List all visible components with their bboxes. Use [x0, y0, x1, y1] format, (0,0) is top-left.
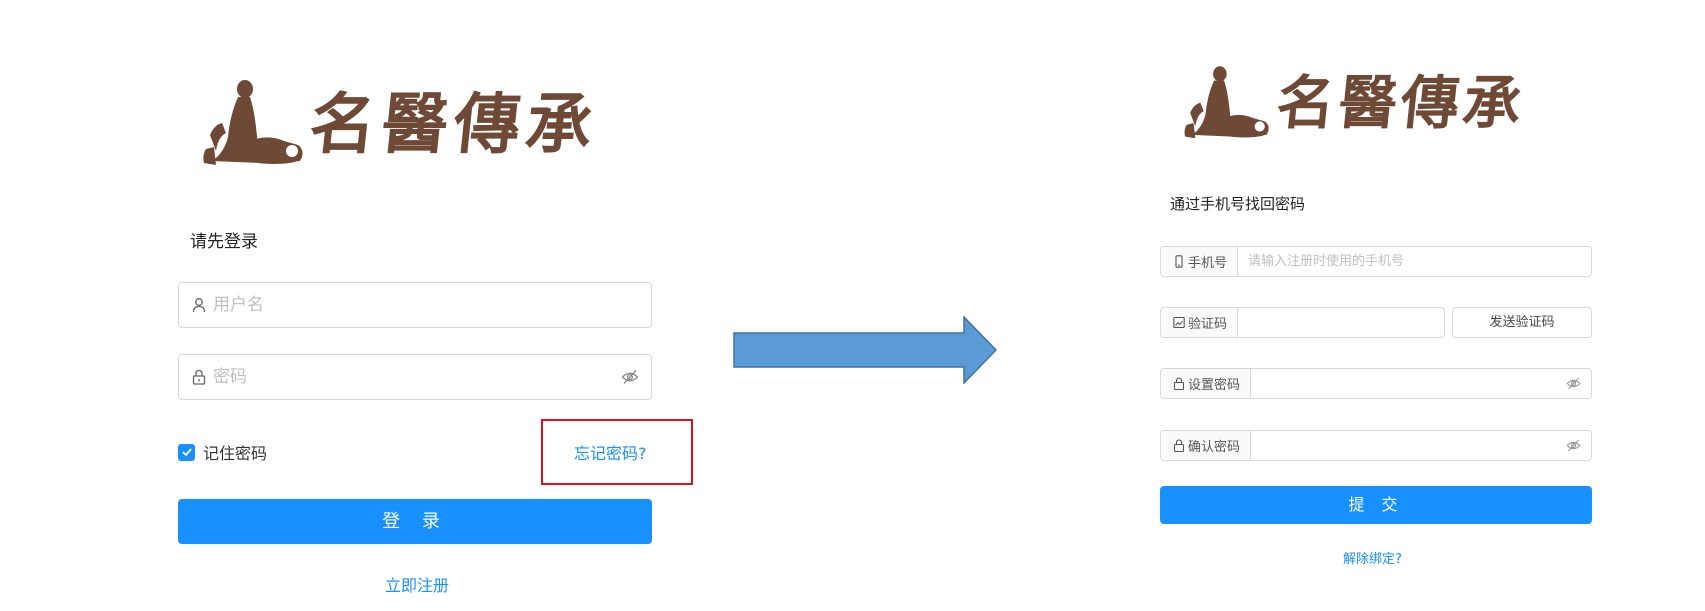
send-code-button[interactable]: 发送验证码: [1452, 307, 1592, 338]
phone-field[interactable]: 手机号: [1160, 246, 1592, 277]
phone-input[interactable]: [1238, 247, 1591, 276]
set-password-field[interactable]: 设置密码: [1160, 368, 1592, 399]
user-icon: [192, 298, 206, 313]
phone-label: 手机号: [1188, 256, 1228, 271]
register-link[interactable]: 立即注册: [385, 572, 449, 596]
remember-label: 记住密码: [203, 444, 268, 463]
eye-invisible-icon[interactable]: [1566, 376, 1581, 391]
submit-button[interactable]: 提 交: [1160, 486, 1592, 524]
password-input[interactable]: [213, 367, 615, 387]
code-addon: 验证码: [1161, 308, 1239, 337]
set-password-input[interactable]: [1251, 369, 1566, 398]
confirm-password-field[interactable]: 确认密码: [1160, 430, 1592, 461]
code-field[interactable]: 验证码: [1160, 307, 1445, 338]
eye-invisible-icon[interactable]: [621, 368, 639, 386]
right-arrow-icon: [733, 316, 997, 384]
username-input[interactable]: [213, 295, 639, 315]
unbind-link[interactable]: 解除绑定?: [1343, 548, 1402, 567]
lock-icon: [192, 369, 206, 385]
confirm-password-input[interactable]: [1251, 431, 1566, 460]
lock-icon: [1173, 377, 1185, 390]
mobile-icon: [1175, 255, 1183, 268]
password-field[interactable]: [178, 354, 652, 400]
forgot-password-link[interactable]: 忘记密码?: [574, 440, 647, 464]
scholar-figure-icon: [1184, 66, 1269, 139]
login-title: 请先登录: [190, 232, 258, 252]
eye-invisible-icon[interactable]: [1566, 438, 1581, 453]
set-password-label: 设置密码: [1188, 378, 1241, 393]
image-code-icon: [1173, 316, 1185, 329]
username-field[interactable]: [178, 282, 652, 328]
scholar-figure-icon: [203, 80, 303, 165]
remember-password[interactable]: 记住密码: [178, 440, 267, 464]
code-label: 验证码: [1188, 317, 1228, 332]
confirm-password-label: 确认密码: [1188, 440, 1241, 455]
brand-title: 名醫傳承: [305, 85, 603, 163]
remember-checkbox[interactable]: [178, 443, 195, 461]
logo-right: 名醫傳承: [1180, 62, 1550, 140]
phone-addon: 手机号: [1161, 247, 1239, 276]
login-button[interactable]: 登 录: [178, 499, 652, 544]
code-input[interactable]: [1238, 308, 1444, 337]
confirm-password-addon: 确认密码: [1161, 431, 1252, 460]
lock-icon: [1173, 439, 1185, 452]
set-password-addon: 设置密码: [1161, 369, 1252, 398]
logo-left: 名醫傳承: [200, 72, 603, 167]
check-icon: [181, 448, 192, 457]
brand-title: 名醫傳承: [1273, 69, 1529, 137]
reset-title: 通过手机号找回密码: [1170, 195, 1306, 213]
